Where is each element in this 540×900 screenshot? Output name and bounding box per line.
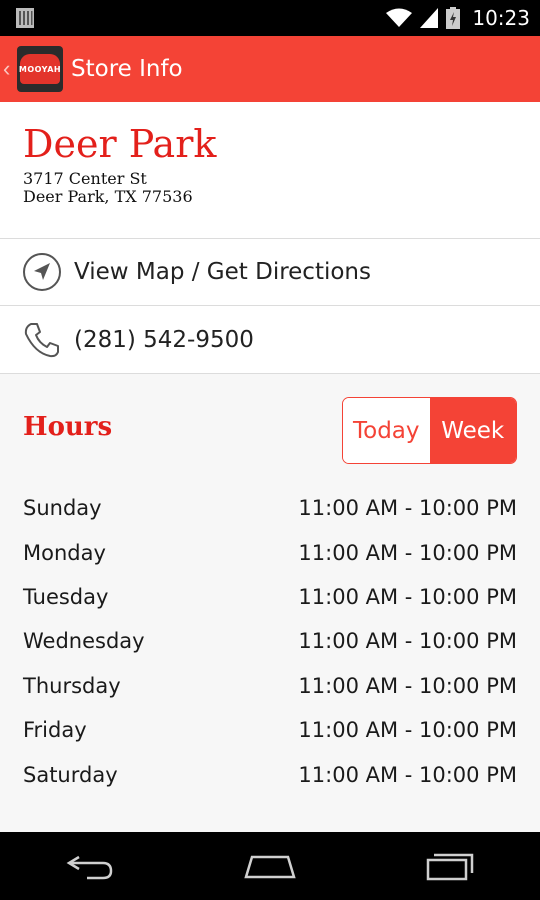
time-range: 11:00 AM - 10:00 PM bbox=[298, 762, 517, 787]
nav-recents-button[interactable] bbox=[405, 841, 495, 891]
time-range: 11:00 AM - 10:00 PM bbox=[298, 540, 517, 565]
action-bar: ‹ MOOYAH Store Info bbox=[0, 36, 540, 102]
recents-icon bbox=[426, 853, 474, 881]
today-tab[interactable]: Today bbox=[343, 398, 430, 463]
nav-back-button[interactable] bbox=[45, 841, 135, 891]
navigation-bar bbox=[0, 832, 540, 900]
address-line-2: Deer Park, TX 77536 bbox=[23, 187, 193, 206]
navigation-arrow-icon bbox=[23, 253, 61, 291]
app-logo[interactable]: MOOYAH bbox=[17, 46, 63, 92]
phone-icon bbox=[24, 322, 59, 357]
logo-text: MOOYAH bbox=[19, 54, 61, 84]
time-range: 11:00 AM - 10:00 PM bbox=[298, 629, 517, 654]
hours-row: Sunday 11:00 AM - 10:00 PM bbox=[23, 486, 517, 530]
page-title: Store Info bbox=[71, 56, 183, 82]
day-label: Thursday bbox=[23, 673, 121, 698]
phone-number: (281) 542-9500 bbox=[74, 326, 254, 353]
hours-toggle: Today Week bbox=[342, 397, 517, 464]
day-label: Wednesday bbox=[23, 629, 145, 654]
phone-row[interactable]: (281) 542-9500 bbox=[0, 306, 540, 374]
hours-row: Tuesday 11:00 AM - 10:00 PM bbox=[23, 575, 517, 619]
day-label: Friday bbox=[23, 718, 87, 743]
store-header: Deer Park 3717 Center St Deer Park, TX 7… bbox=[0, 102, 540, 239]
hours-row: Wednesday 11:00 AM - 10:00 PM bbox=[23, 619, 517, 663]
time-range: 11:00 AM - 10:00 PM bbox=[298, 496, 517, 521]
battery-icon bbox=[446, 7, 461, 29]
hours-row: Thursday 11:00 AM - 10:00 PM bbox=[23, 664, 517, 708]
hours-row: Saturday 11:00 AM - 10:00 PM bbox=[23, 752, 517, 796]
notification-icon bbox=[16, 8, 34, 28]
nav-home-button[interactable] bbox=[225, 841, 315, 891]
status-bar: 10:23 bbox=[0, 0, 540, 36]
back-chevron-icon[interactable]: ‹ bbox=[3, 56, 17, 82]
directions-label: View Map / Get Directions bbox=[74, 259, 371, 285]
directions-row[interactable]: View Map / Get Directions bbox=[0, 239, 540, 306]
hours-row: Monday 11:00 AM - 10:00 PM bbox=[23, 530, 517, 574]
hours-row: Friday 11:00 AM - 10:00 PM bbox=[23, 708, 517, 752]
day-label: Saturday bbox=[23, 762, 118, 787]
time-range: 11:00 AM - 10:00 PM bbox=[298, 673, 517, 698]
time-range: 11:00 AM - 10:00 PM bbox=[298, 718, 517, 743]
hours-list: Sunday 11:00 AM - 10:00 PM Monday 11:00 … bbox=[23, 486, 517, 797]
day-label: Tuesday bbox=[23, 584, 109, 609]
home-icon bbox=[244, 855, 296, 879]
back-icon bbox=[66, 855, 113, 880]
main-content: Deer Park 3717 Center St Deer Park, TX 7… bbox=[0, 102, 540, 832]
store-name: Deer Park bbox=[23, 122, 217, 166]
signal-icon bbox=[420, 8, 439, 28]
wifi-icon bbox=[386, 8, 413, 27]
time-range: 11:00 AM - 10:00 PM bbox=[298, 584, 517, 609]
address-line-1: 3717 Center St bbox=[23, 169, 147, 188]
hours-section: Hours Today Week Sunday 11:00 AM - 10:00… bbox=[0, 374, 540, 832]
day-label: Sunday bbox=[23, 496, 102, 521]
day-label: Monday bbox=[23, 540, 106, 565]
week-tab[interactable]: Week bbox=[429, 398, 516, 463]
status-time: 10:23 bbox=[472, 6, 530, 30]
hours-title: Hours bbox=[23, 412, 113, 442]
